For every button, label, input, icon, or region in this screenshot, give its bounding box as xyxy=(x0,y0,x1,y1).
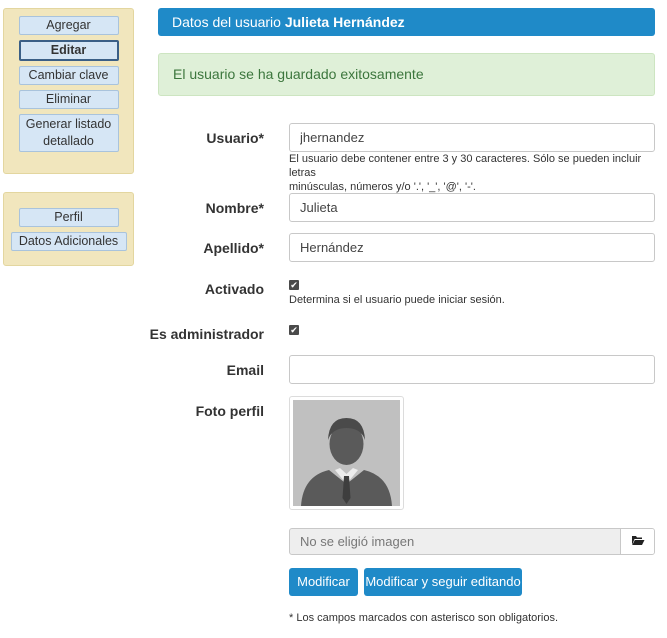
success-alert: El usuario se ha guardado exitosamente xyxy=(158,53,655,96)
user-silhouette-icon xyxy=(293,400,400,506)
file-placeholder: No se eligió imagen xyxy=(300,534,415,549)
agregar-button[interactable]: Agregar xyxy=(18,16,119,35)
required-fields-note: * Los campos marcados con asterisco son … xyxy=(289,612,559,624)
success-message: El usuario se ha guardado exitosamente xyxy=(173,66,424,82)
es-admin-label: Es administrador xyxy=(149,326,264,342)
foto-label: Foto perfil xyxy=(195,403,264,419)
modificar-seguir-button[interactable]: Modificar y seguir editando xyxy=(364,568,522,596)
user-links-panel: Perfil Datos Adicionales xyxy=(3,192,134,266)
usuario-label: Usuario* xyxy=(206,130,264,146)
cambiar-clave-button[interactable]: Cambiar clave xyxy=(18,66,119,85)
editar-button[interactable]: Editar xyxy=(18,40,119,61)
photo-file-input[interactable]: No se eligió imagen xyxy=(289,528,655,555)
actions-panel: Agregar Editar Cambiar clave Eliminar Ge… xyxy=(3,8,134,174)
activado-help: Determina si el usuario puede iniciar se… xyxy=(289,294,505,306)
activado-checkbox[interactable]: ✔ xyxy=(289,280,299,290)
folder-open-icon xyxy=(631,536,644,545)
usuario-help: El usuario debe contener entre 3 y 30 ca… xyxy=(289,152,667,194)
usuario-help-line2: minúsculas, números y/o '.', '_', '@', '… xyxy=(289,181,476,193)
profile-photo xyxy=(289,396,404,510)
header-user-name: Julieta Hernández xyxy=(284,14,405,30)
email-label: Email xyxy=(226,362,264,378)
apellido-input[interactable] xyxy=(289,233,655,262)
email-input[interactable] xyxy=(289,355,655,384)
checkmark-icon: ✔ xyxy=(290,280,298,290)
usuario-input[interactable] xyxy=(289,123,655,152)
nombre-input[interactable] xyxy=(289,193,655,222)
modificar-button[interactable]: Modificar xyxy=(289,568,358,596)
activado-label: Activado xyxy=(204,281,264,297)
header-prefix: Datos del usuario xyxy=(172,14,281,30)
checkmark-icon: ✔ xyxy=(290,325,298,335)
browse-button[interactable] xyxy=(620,529,654,554)
page-header: Datos del usuario Julieta Hernández xyxy=(158,8,655,36)
usuario-help-line1: El usuario debe contener entre 3 y 30 ca… xyxy=(289,153,642,179)
apellido-label: Apellido* xyxy=(203,240,264,256)
eliminar-button[interactable]: Eliminar xyxy=(18,90,119,109)
perfil-button[interactable]: Perfil xyxy=(18,208,119,227)
datos-adicionales-button[interactable]: Datos Adicionales xyxy=(10,232,127,251)
es-admin-checkbox[interactable]: ✔ xyxy=(289,325,299,335)
generar-listado-button[interactable]: Generar listado detallado xyxy=(18,114,119,152)
nombre-label: Nombre* xyxy=(205,200,264,216)
